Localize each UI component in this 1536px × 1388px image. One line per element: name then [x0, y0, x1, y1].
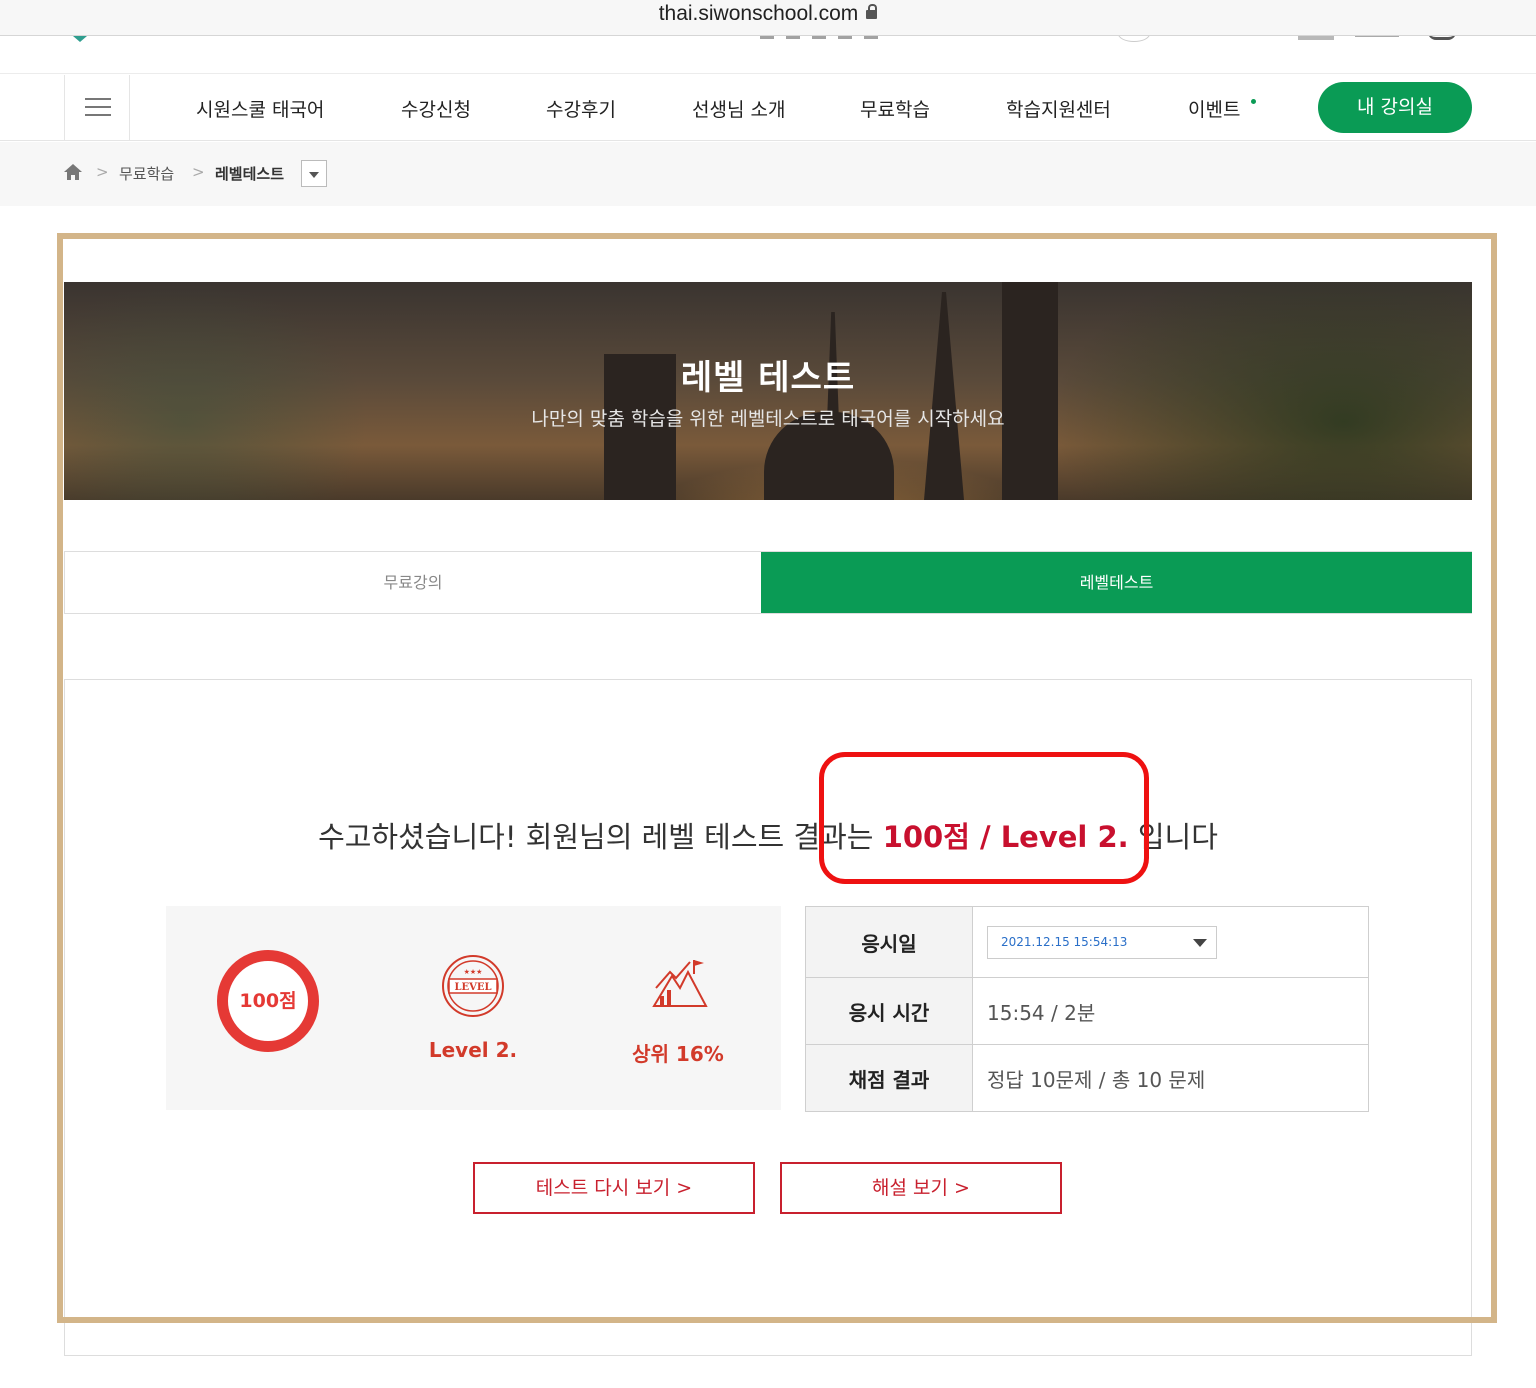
view-explanation-button[interactable]: 해설 보기 >: [780, 1162, 1062, 1214]
test-date-select[interactable]: 2021.12.15 15:54:13: [987, 925, 1217, 959]
nav-item-enroll[interactable]: 수강신청: [401, 95, 471, 122]
header-fragment: [760, 36, 890, 39]
nav-item-siwonschool-thai[interactable]: 시원스쿨 태국어: [196, 95, 324, 122]
breadcrumb-dropdown-button[interactable]: [301, 160, 327, 187]
menu-icon[interactable]: [64, 75, 130, 140]
retake-test-button[interactable]: 테스트 다시 보기 >: [473, 1162, 755, 1214]
new-dot-icon: [1251, 99, 1256, 104]
score-summary: 100점 LEVEL ★★★ Level 2. 상위 16%: [166, 906, 781, 1110]
site-logo-icon[interactable]: [66, 36, 94, 42]
nav-item-support-center[interactable]: 학습지원센터: [1006, 95, 1111, 122]
result-message: 수고하셨습니다! 회원님의 레벨 테스트 결과는 100점 / Level 2.…: [65, 814, 1471, 856]
test-time-label: 응시 시간: [805, 977, 973, 1045]
breadcrumb-level-test[interactable]: 레벨테스트: [215, 163, 284, 184]
result-suffix: 입니다: [1128, 820, 1218, 854]
test-date-label: 응시일: [805, 906, 973, 978]
header-fragment: [1428, 36, 1456, 40]
level-result: Level 2.: [428, 1038, 518, 1062]
hero-banner: 레벨 테스트 나만의 맞춤 학습을 위한 레벨테스트로 태국어를 시작하세요: [64, 282, 1472, 500]
url-text[interactable]: thai.siwonschool.com: [0, 2, 1536, 26]
browser-url-bar[interactable]: thai.siwonschool.com: [0, 0, 1536, 36]
chevron-right-icon: >: [192, 163, 205, 181]
level-badge-text: LEVEL: [454, 982, 491, 993]
url-label: thai.siwonschool.com: [658, 2, 859, 25]
study-tabs: 무료강의 레벨테스트: [64, 551, 1472, 614]
chevron-right-icon: >: [96, 163, 109, 181]
test-time-value: 15:54 / 2분: [972, 977, 1369, 1045]
tab-free-lectures[interactable]: 무료강의: [65, 552, 761, 613]
lock-icon: [866, 4, 878, 19]
nav-item-free-study[interactable]: 무료학습: [860, 95, 930, 122]
ranking-mountain-icon: [652, 960, 708, 1007]
result-score-highlight: 100점 / Level 2.: [882, 820, 1129, 854]
hero-title: 레벨 테스트: [680, 358, 856, 398]
nav-item-reviews[interactable]: 수강후기: [546, 95, 616, 122]
grading-result-label: 채점 결과: [805, 1044, 973, 1112]
result-details-table: 응시일 2021.12.15 15:54:13 응시 시간 15:54 / 2분…: [805, 906, 1369, 1112]
hero-subtitle: 나만의 맞춤 학습을 위한 레벨테스트로 태국어를 시작하세요: [531, 408, 1005, 430]
header-fragment: [1118, 36, 1150, 42]
home-icon[interactable]: [63, 162, 83, 182]
breadcrumb-free-study[interactable]: 무료학습: [119, 163, 174, 184]
score-circle: 100점: [217, 950, 319, 1052]
main-nav: 시원스쿨 태국어 수강신청 수강후기 선생님 소개 무료학습 학습지원센터 이벤…: [0, 75, 1536, 141]
breadcrumb: > 무료학습 > 레벨테스트: [0, 142, 1536, 206]
nav-item-teachers[interactable]: 선생님 소개: [692, 95, 785, 122]
result-prefix: 수고하셨습니다! 회원님의 레벨 테스트 결과는: [318, 820, 883, 854]
tab-level-test[interactable]: 레벨테스트: [761, 552, 1472, 613]
rank-result: 상위 16%: [632, 1042, 724, 1066]
my-classroom-button[interactable]: 내 강의실: [1318, 82, 1472, 133]
svg-text:★★★: ★★★: [464, 968, 483, 976]
nav-item-events[interactable]: 이벤트: [1188, 95, 1240, 122]
site-header-partial: [0, 36, 1536, 74]
header-fragment: [1355, 36, 1399, 37]
header-fragment: [1298, 36, 1334, 40]
level-badge-icon: LEVEL ★★★: [442, 955, 504, 1017]
grading-result-value: 정답 10문제 / 총 10 문제: [972, 1044, 1369, 1112]
